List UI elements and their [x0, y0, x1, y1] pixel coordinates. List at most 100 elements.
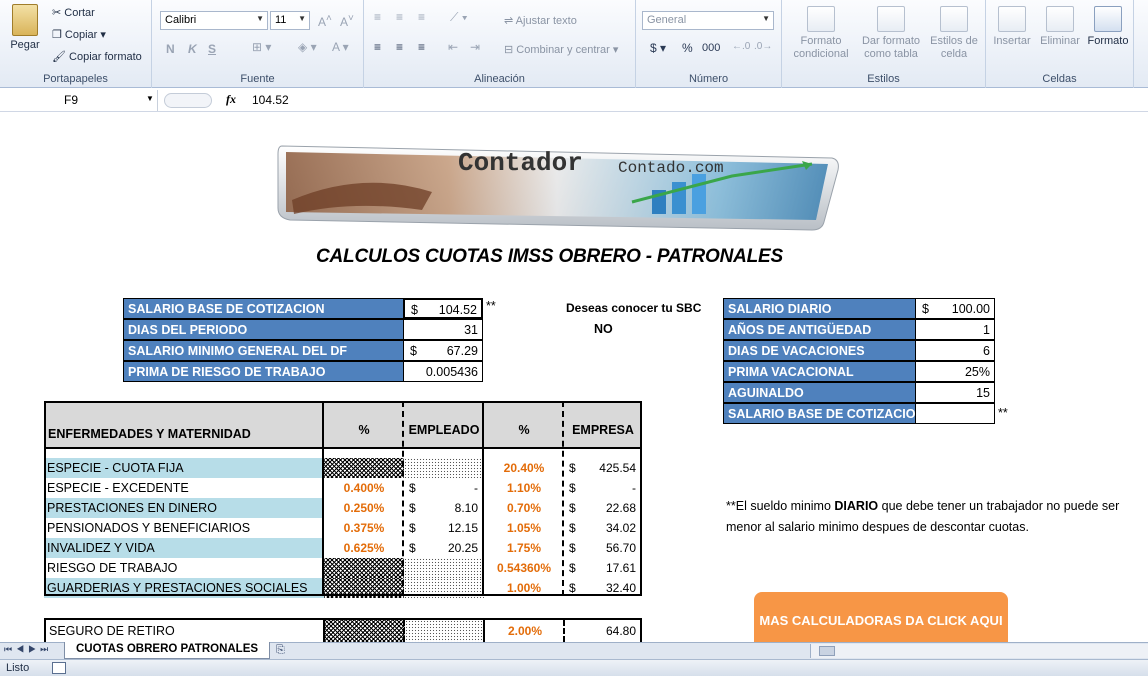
increase-decimal-icon[interactable]: ←.0	[732, 41, 750, 52]
table-row[interactable]: PENSIONADOS Y BENEFICIARIOS 0.375% $12.15 1…	[44, 518, 642, 538]
side-value[interactable]: 6	[915, 340, 995, 361]
currency-sign: $	[569, 461, 576, 475]
chevron-down-icon: ▼	[298, 14, 306, 23]
align-middle-icon[interactable]: ≡	[396, 10, 403, 24]
align-center-icon[interactable]: ≡	[396, 40, 403, 54]
status-text: Listo	[6, 662, 30, 674]
delete-button[interactable]: Eliminar	[1036, 6, 1084, 48]
format-painter-button[interactable]: 🖌 Copiar formato	[52, 50, 142, 63]
company-amount: $17.61	[564, 558, 642, 578]
side-value[interactable]: 15	[915, 382, 995, 403]
logo-text-domain: Contado.com	[618, 159, 724, 177]
align-left-icon[interactable]: ≡	[374, 40, 381, 54]
employee-amount: $8.10	[404, 498, 484, 518]
input-label: SALARIO MINIMO GENERAL DEL DF	[123, 340, 404, 361]
grow-font-icon[interactable]: A˄	[318, 13, 332, 29]
wrap-text-button[interactable]: ⇌ Ajustar texto	[504, 14, 577, 27]
currency-sign: $	[569, 521, 576, 535]
asterisk-note: **	[486, 299, 496, 313]
cell-styles-button[interactable]: Estilos de celda	[924, 6, 984, 61]
format-as-table-button[interactable]: Dar formato como tabla	[856, 6, 926, 61]
increase-indent-icon[interactable]: ⇥	[470, 40, 480, 54]
align-bottom-icon[interactable]: ≡	[418, 10, 425, 24]
table-header-employee: EMPLEADO	[408, 423, 480, 437]
conditional-format-button[interactable]: Formato condicional	[786, 6, 856, 61]
company-pct: 1.10%	[506, 481, 542, 495]
input-value-min-wage[interactable]: $67.29	[403, 340, 483, 361]
font-size-select[interactable]: 11 ▼	[270, 11, 310, 30]
insert-button[interactable]: Insertar	[988, 6, 1036, 48]
table-divider	[403, 620, 405, 642]
font-color-icon[interactable]: A ▾	[332, 40, 349, 54]
decrease-decimal-icon[interactable]: .0→	[754, 41, 772, 52]
table-divider	[563, 620, 565, 642]
font-group-label: Fuente	[240, 73, 275, 85]
macro-record-icon[interactable]	[52, 662, 66, 674]
borders-icon[interactable]: ⊞ ▾	[252, 40, 271, 54]
table-divider	[323, 620, 325, 642]
name-box[interactable]: F9 ▼	[0, 90, 158, 111]
cells-group-label: Celdas	[1042, 73, 1077, 85]
font-group: Calibri ▼ 11 ▼ A˄ A˅ N K S ⊞ ▾ ◈ ▾ A ▾ Fue…	[152, 0, 364, 88]
number-format-select[interactable]: General ▼	[642, 11, 774, 30]
cells-group: Insertar Eliminar Formato Celdas	[986, 0, 1134, 88]
row-label: ESPECIE - CUOTA FIJA	[44, 458, 324, 478]
table-row[interactable]: ESPECIE - EXCEDENTE 0.400% $ - 1.10% $ -	[44, 478, 642, 498]
input-value-risk[interactable]: 0.005436	[403, 361, 483, 382]
thousands-button[interactable]: 000	[702, 42, 720, 54]
tab-scroll-arrows-icon[interactable]: ⏮◀▶⏭	[4, 644, 52, 655]
row-label: RIESGO DE TRABAJO	[47, 561, 178, 575]
input-value-sbc[interactable]: $104.52	[403, 298, 483, 319]
input-label: DIAS DEL PERIODO	[123, 319, 404, 340]
company-pct: 0.54360%	[496, 561, 552, 575]
dotted-cell	[404, 558, 484, 578]
table-row[interactable]: INVALIDEZ Y VIDA 0.625% $20.25 1.75% $56.70	[44, 538, 642, 558]
scrollbar-thumb[interactable]	[819, 646, 835, 656]
paste-button[interactable]: Pegar	[6, 4, 44, 52]
percent-button[interactable]: %	[682, 41, 693, 55]
ribbon: Pegar ✂ Cortar ❐ Copiar ▾ 🖌 Copiar forma…	[0, 0, 1148, 88]
conditional-format-icon	[807, 6, 835, 32]
new-sheet-icon[interactable]: ⎘	[276, 644, 285, 657]
company-pct: 0.70%	[506, 501, 542, 515]
bold-button[interactable]: N	[166, 42, 175, 56]
more-calculators-button[interactable]: MAS CALCULADORAS DA CLICK AQUI	[754, 592, 1008, 642]
decrease-indent-icon[interactable]: ⇤	[448, 40, 458, 54]
horizontal-scrollbar[interactable]	[810, 644, 1148, 658]
font-name-select[interactable]: Calibri ▼	[160, 11, 268, 30]
merge-center-button[interactable]: ⊟ Combinar y centrar ▾	[504, 43, 618, 56]
company-amount: $22.68	[564, 498, 642, 518]
cut-button[interactable]: ✂ Cortar	[52, 6, 95, 19]
styles-group: Formato condicional Dar formato como tab…	[782, 0, 986, 88]
formula-bar-expander[interactable]	[164, 93, 212, 108]
side-value[interactable]: $100.00	[915, 298, 995, 319]
side-value[interactable]: 1	[915, 319, 995, 340]
copy-button[interactable]: ❐ Copiar ▾	[52, 28, 106, 41]
input-value-days[interactable]: 31	[403, 319, 483, 340]
format-button[interactable]: Formato	[1084, 6, 1132, 48]
sbc-answer[interactable]: NO	[594, 319, 634, 340]
side-value[interactable]: 25%	[915, 361, 995, 382]
row-label: PENSIONADOS Y BENEFICIARIOS	[47, 521, 251, 535]
side-value[interactable]	[915, 403, 995, 424]
align-right-icon[interactable]: ≡	[418, 40, 425, 54]
tab-cuotas-obrero-patronales[interactable]: CUOTAS OBRERO PATRONALES	[64, 642, 270, 659]
table-row-retiro[interactable]: SEGURO DE RETIRO 2.00% 64.80	[44, 618, 642, 642]
table-row[interactable]: ESPECIE - CUOTA FIJA 20.40% $425.54	[44, 458, 642, 478]
insert-function-icon[interactable]: fx	[226, 92, 236, 107]
table-row[interactable]: PRESTACIONES EN DINERO 0.250% $8.10 0.70% $2…	[44, 498, 642, 518]
table-row[interactable]: RIESGO DE TRABAJO 0.54360% $17.61	[44, 558, 642, 578]
shrink-font-icon[interactable]: A˅	[340, 13, 354, 29]
employee-pct: 0.400%	[343, 481, 385, 495]
underline-button[interactable]: S	[208, 42, 216, 56]
minimum-wage-note: **El sueldo minimo DIARIO que debe tener…	[726, 499, 1120, 534]
align-top-icon[interactable]: ≡	[374, 10, 381, 24]
fill-color-icon[interactable]: ◈ ▾	[298, 40, 317, 54]
orientation-icon[interactable]: ⟋ ▾	[450, 10, 468, 25]
formula-input[interactable]: 104.52	[252, 93, 289, 107]
italic-button[interactable]: K	[188, 42, 197, 56]
worksheet[interactable]: Contador Contado.com CALCULOS CUOTAS IMS…	[0, 112, 1148, 642]
employee-pct: 0.250%	[343, 501, 385, 515]
company-amount: $425.54	[564, 458, 642, 478]
currency-button[interactable]: $ ▾	[650, 41, 666, 55]
